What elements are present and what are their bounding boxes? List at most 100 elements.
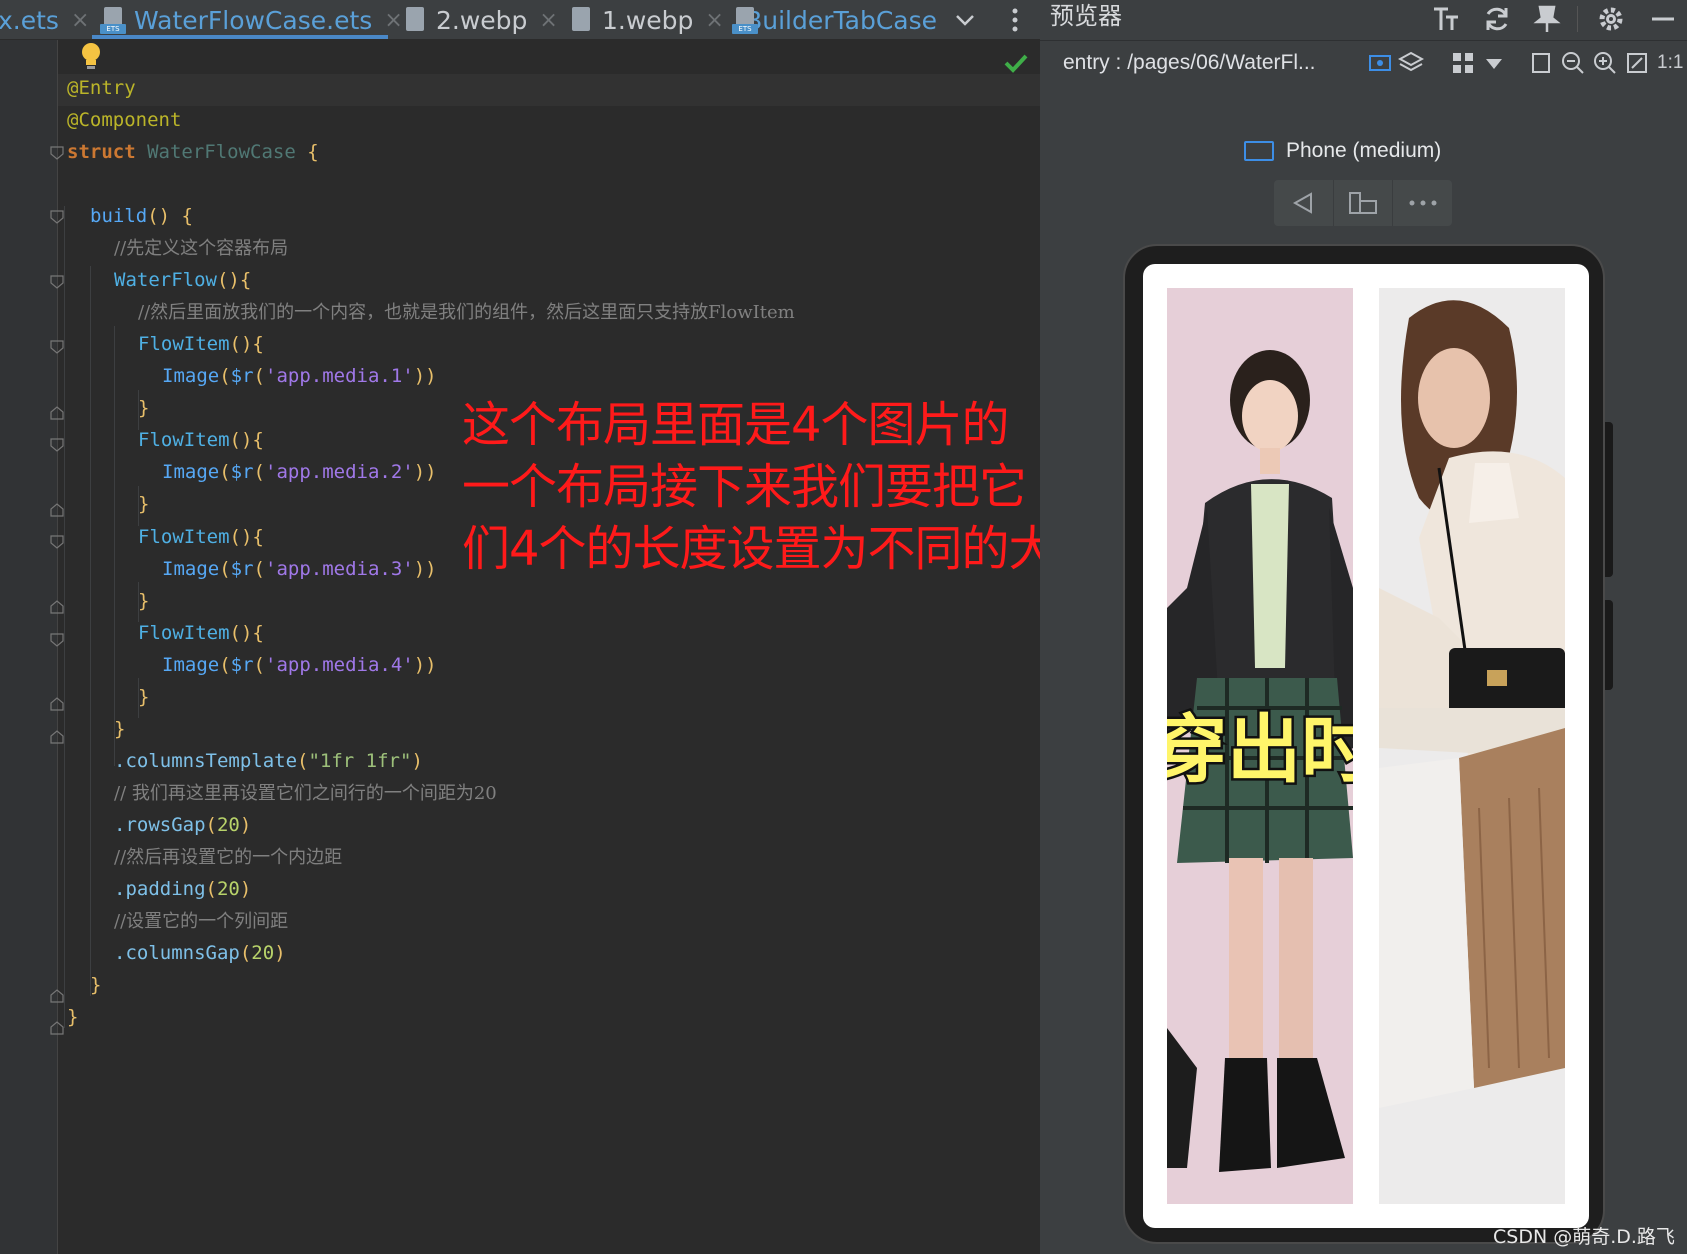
code-line-close: } xyxy=(138,686,150,708)
ets-file-icon: ETS xyxy=(100,6,126,34)
inspector-icon[interactable] xyxy=(1367,50,1393,76)
layers-icon[interactable] xyxy=(1398,50,1424,76)
code-editor[interactable]: @Entry @Component struct WaterFlowCase {… xyxy=(0,40,1040,1254)
fold-icon[interactable] xyxy=(50,438,64,452)
grid-icon[interactable] xyxy=(1450,50,1476,76)
phone-frame: 穿出时尚 xyxy=(1123,244,1605,1244)
code-line-close: } xyxy=(138,397,150,419)
code-line-close: } xyxy=(138,590,150,612)
ets-file-icon: ETS xyxy=(732,6,758,34)
chevron-down-icon[interactable] xyxy=(950,0,980,39)
device-controls xyxy=(1274,180,1452,226)
image-file-icon xyxy=(568,6,594,34)
close-icon[interactable]: × xyxy=(384,8,402,33)
fold-end-icon[interactable] xyxy=(50,406,64,420)
check-icon xyxy=(1004,54,1028,73)
code-line-8: //然后里面放我们的一个内容，也就是我们的组件，然后这里面只支持放FlowIte… xyxy=(138,302,795,323)
code-line-close: } xyxy=(90,974,102,996)
fold-end-icon[interactable] xyxy=(50,503,64,517)
tab-label: WaterFlowCase.ets xyxy=(134,5,373,35)
code-line-27: //设置它的一个列间距 xyxy=(114,911,289,932)
code-line-22: .columnsTemplate("1fr 1fr") xyxy=(114,750,423,772)
zoom-out-icon[interactable] xyxy=(1560,50,1586,76)
phone-side-button xyxy=(1605,600,1613,690)
code-line-23: // 我们再这里再设置它们之间行的一个间距为20 xyxy=(114,783,497,804)
active-tab-indicator xyxy=(92,35,388,39)
rotate-button[interactable] xyxy=(1334,180,1394,226)
waterflow-item-media-2 xyxy=(1379,288,1565,1204)
code-line-25: //然后再设置它的一个内边距 xyxy=(114,847,343,868)
fold-icon[interactable] xyxy=(50,633,64,647)
phone-side-button xyxy=(1605,422,1613,577)
code-line-5: build() { xyxy=(90,205,193,227)
font-size-icon[interactable] xyxy=(1432,4,1462,34)
more-vertical-icon[interactable] xyxy=(1000,0,1030,39)
code-line-image-2: Image($r('app.media.2')) xyxy=(162,461,437,483)
image-caption: 穿出时尚 xyxy=(1167,707,1353,793)
tab-label: 2.webp xyxy=(436,5,528,35)
close-icon[interactable]: × xyxy=(705,8,723,33)
actual-size-button[interactable]: 1:1 xyxy=(1657,41,1683,85)
fold-icon[interactable] xyxy=(50,210,64,224)
code-line-7: WaterFlow(){ xyxy=(114,269,252,291)
image-file-icon xyxy=(402,6,428,34)
back-button[interactable] xyxy=(1274,180,1334,226)
code-line-2: @Component xyxy=(67,109,182,131)
code-line-image-3: Image($r('app.media.3')) xyxy=(162,558,437,580)
tab-2-webp[interactable]: 2.webp × xyxy=(402,0,558,39)
refresh-icon[interactable] xyxy=(1482,4,1512,34)
code-line-close: } xyxy=(114,718,126,740)
fold-icon[interactable] xyxy=(50,146,64,160)
toolbar-divider xyxy=(1577,6,1578,32)
more-button[interactable] xyxy=(1393,180,1452,226)
code-line-close: } xyxy=(138,493,150,515)
page-route-label[interactable]: entry : /pages/06/WaterFl... xyxy=(1063,41,1316,85)
fold-end-icon[interactable] xyxy=(50,1021,64,1035)
tab-1-webp[interactable]: 1.webp × xyxy=(568,0,724,39)
phone-screen: 穿出时尚 xyxy=(1143,264,1589,1228)
fold-end-icon[interactable] xyxy=(50,697,64,711)
fold-end-icon[interactable] xyxy=(50,730,64,744)
tab-waterflowcase[interactable]: ETS WaterFlowCase.ets × xyxy=(100,0,403,39)
previewer-titlebar: 预览器 xyxy=(1040,0,1687,40)
minimize-icon[interactable] xyxy=(1648,4,1678,34)
more-horizontal-icon xyxy=(1409,200,1437,206)
previewer-title: 预览器 xyxy=(1050,2,1122,30)
code-line-6: //先定义这个容器布局 xyxy=(114,238,289,259)
fold-end-icon[interactable] xyxy=(50,600,64,614)
code-line-flowitem-3: FlowItem(){ xyxy=(138,526,264,548)
code-line-1: @Entry xyxy=(67,77,136,99)
previewer-toolbar: entry : /pages/06/WaterFl... 1:1 xyxy=(1040,40,1687,84)
fold-icon[interactable] xyxy=(50,535,64,549)
lightbulb-icon[interactable] xyxy=(80,42,102,72)
device-label: Phone (medium) xyxy=(1244,136,1441,166)
fold-end-icon[interactable] xyxy=(50,989,64,1003)
code-line-flowitem-2: FlowItem(){ xyxy=(138,429,264,451)
code-line-28: .columnsGap(20) xyxy=(114,942,286,964)
waterflow-item-media-1: 穿出时尚 xyxy=(1167,288,1353,1204)
close-icon[interactable]: × xyxy=(539,8,557,33)
fold-icon[interactable] xyxy=(50,340,64,354)
tab-label: x.ets xyxy=(0,5,59,35)
tab-label: BuilderTabCase xyxy=(745,5,937,35)
code-line-26: .padding(20) xyxy=(114,878,252,900)
fold-icon[interactable] xyxy=(50,275,64,289)
device-frame-icon[interactable] xyxy=(1528,50,1554,76)
code-line-image-1: Image($r('app.media.1')) xyxy=(162,365,437,387)
tab-label: 1.webp xyxy=(602,5,694,35)
annotation-line-3: 们4个的长度设置为不同的大小 xyxy=(462,521,1104,577)
close-icon[interactable]: × xyxy=(71,8,89,33)
dropdown-arrow-icon[interactable] xyxy=(1481,50,1507,76)
code-line-3: struct WaterFlowCase { xyxy=(67,141,319,163)
fashion-photo-2 xyxy=(1379,288,1565,1204)
pin-icon[interactable] xyxy=(1532,4,1562,34)
zoom-in-icon[interactable] xyxy=(1592,50,1618,76)
code-line-close: } xyxy=(67,1006,79,1028)
gear-icon[interactable] xyxy=(1596,4,1626,34)
tab-buildertabcase[interactable]: ETS BuilderTabCase xyxy=(732,0,937,39)
editor-tab-bar: x.ets × ETS WaterFlowCase.ets × 2.webp ×… xyxy=(0,0,1040,40)
fit-screen-icon[interactable] xyxy=(1624,50,1650,76)
tablet-icon xyxy=(1244,141,1274,161)
tab-x-ets[interactable]: x.ets × xyxy=(0,0,89,39)
indent-guide xyxy=(114,326,115,766)
